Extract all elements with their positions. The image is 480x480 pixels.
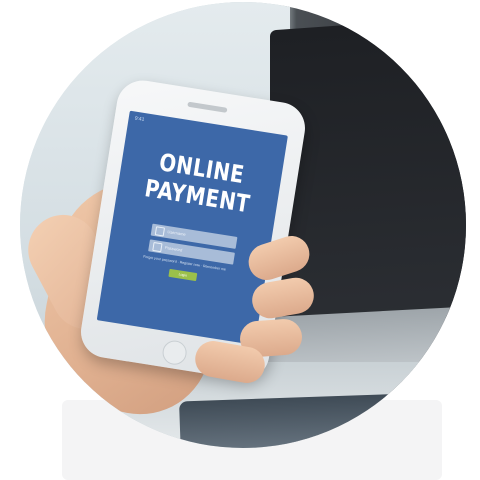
- tablet-device: [179, 392, 441, 448]
- username-placeholder: Username: [167, 229, 187, 237]
- lock-icon: [152, 241, 163, 253]
- photo-circle: 9:41 ONLINE PAYMENT Username Password Fo…: [20, 2, 466, 448]
- user-icon: [154, 226, 166, 237]
- phone-speaker: [187, 101, 228, 113]
- password-placeholder: Password: [164, 244, 183, 253]
- home-button: [160, 338, 189, 367]
- status-bar-text: 9:41: [134, 115, 145, 123]
- login-button-label: Login: [178, 272, 188, 278]
- login-button[interactable]: Login: [168, 268, 198, 282]
